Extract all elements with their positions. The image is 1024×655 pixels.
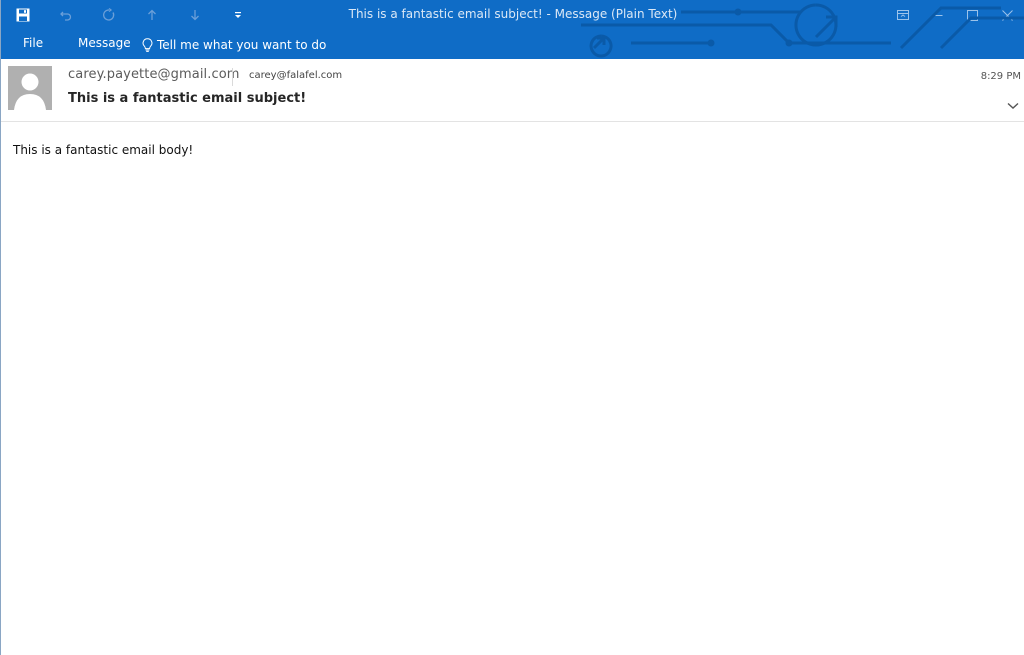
maximize-button[interactable] — [955, 0, 990, 30]
recipient-address[interactable]: carey@falafel.com — [249, 70, 342, 81]
ribbon-display-options-button[interactable] — [885, 0, 920, 30]
redo-icon — [102, 8, 114, 21]
tell-me-search[interactable]: Tell me what you want to do — [142, 30, 326, 59]
close-icon — [1002, 9, 1013, 21]
customize-quick-access-button[interactable] — [216, 0, 259, 30]
save-button[interactable] — [1, 0, 44, 30]
person-icon — [8, 66, 52, 110]
expand-header-button[interactable] — [1006, 100, 1020, 112]
tab-message[interactable]: Message — [78, 30, 131, 59]
message-body[interactable]: This is a fantastic email body! — [13, 143, 193, 157]
sender-address[interactable]: carey.payette@gmail.com — [68, 67, 240, 82]
next-item-icon — [190, 10, 199, 21]
maximize-icon — [967, 9, 978, 21]
next-item-button[interactable] — [173, 0, 216, 30]
close-button[interactable] — [990, 0, 1024, 30]
previous-item-button[interactable] — [130, 0, 173, 30]
tab-file[interactable]: File — [23, 30, 43, 59]
previous-item-icon — [147, 9, 156, 20]
save-icon — [16, 8, 29, 22]
undo-icon — [59, 11, 71, 21]
redo-button[interactable] — [87, 0, 130, 30]
message-time: 8:29 PM — [980, 71, 1021, 82]
ribbon-tab-bar: File Message Tell me what you want to do — [1, 30, 1024, 59]
lightbulb-icon — [142, 37, 153, 52]
chevron-down-icon — [1007, 102, 1019, 109]
outlook-message-window: This is a fantastic email subject! - Mes… — [0, 0, 1024, 655]
window-controls — [885, 0, 1024, 30]
sender-avatar — [8, 66, 52, 110]
window-title-text: This is a fantastic email subject! - Mes… — [348, 7, 678, 21]
undo-button[interactable] — [44, 0, 87, 30]
header-divider — [232, 68, 233, 86]
ribbon-display-options-icon — [896, 10, 909, 20]
customize-dropdown-icon — [234, 12, 241, 18]
quick-access-toolbar — [1, 0, 259, 30]
minimize-button[interactable] — [920, 0, 955, 30]
title-bar: This is a fantastic email subject! - Mes… — [1, 0, 1024, 30]
message-header: carey.payette@gmail.com carey@falafel.co… — [1, 59, 1024, 122]
message-subject: This is a fantastic email subject! — [68, 91, 307, 106]
minimize-icon — [932, 14, 943, 16]
tell-me-text: Tell me what you want to do — [157, 37, 327, 52]
